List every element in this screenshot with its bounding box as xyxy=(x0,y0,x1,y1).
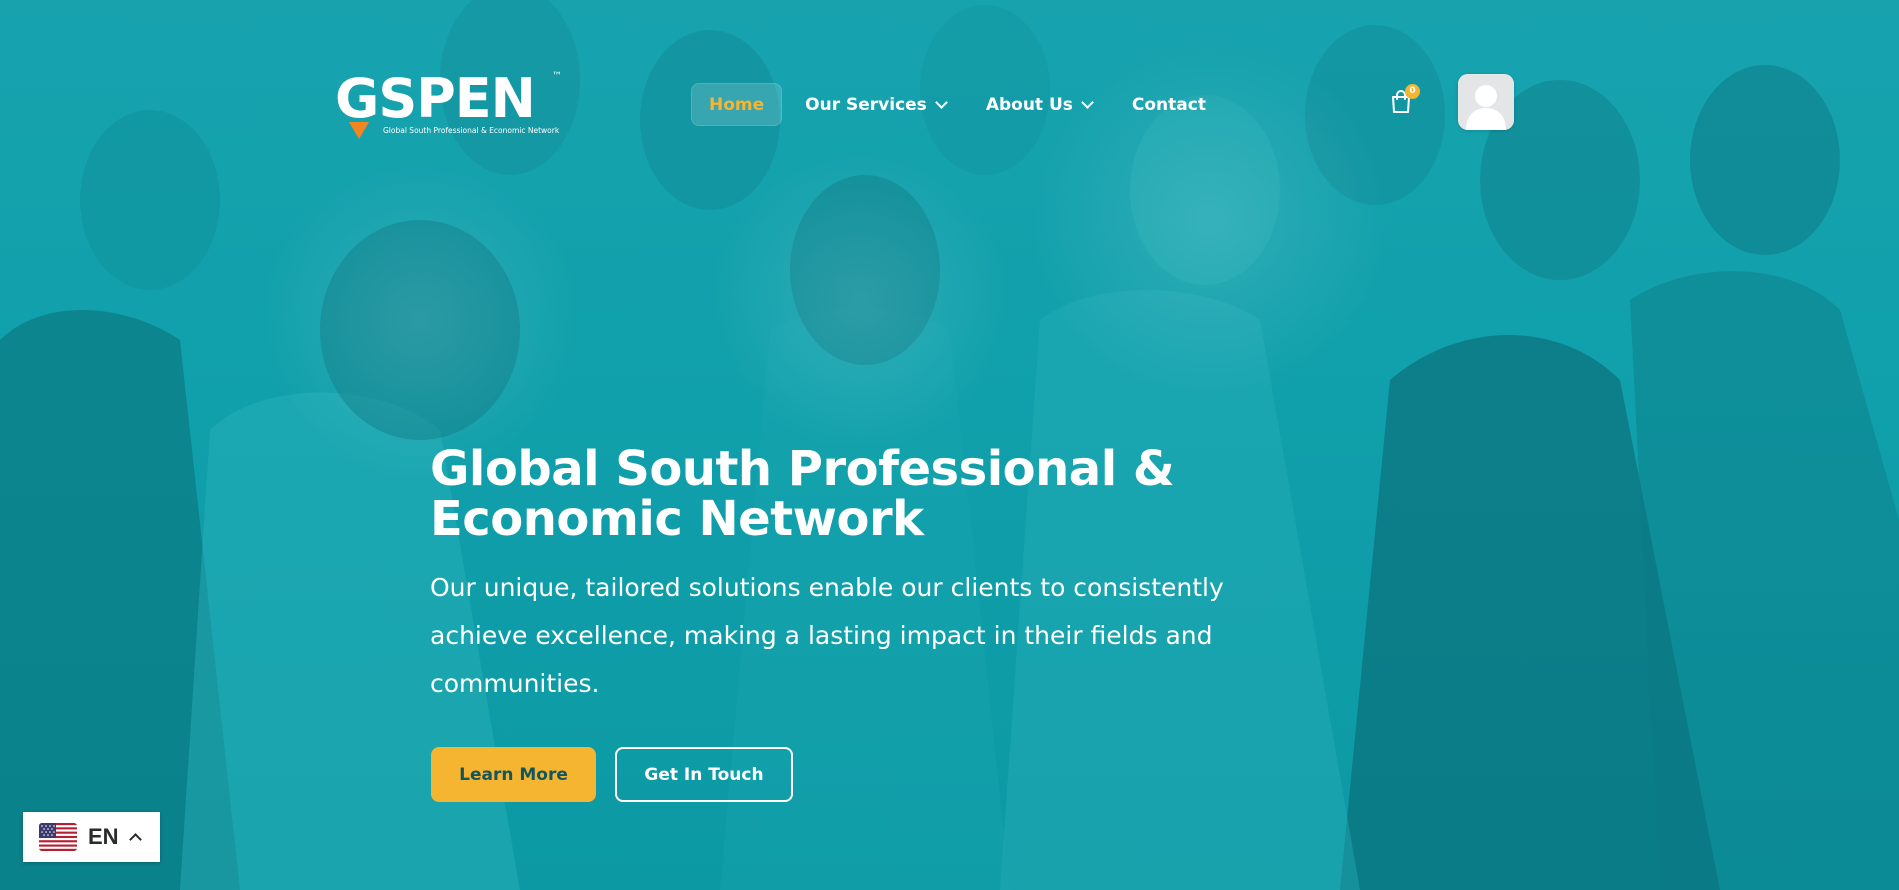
main-navigation: Home Our Services About Us Contact xyxy=(691,83,1229,126)
cart-button[interactable]: 0 xyxy=(1390,84,1420,116)
gspen-logo[interactable]: GSPEN ™ Global South Professional & Econ… xyxy=(335,72,565,144)
logo-trademark: ™ xyxy=(552,71,562,82)
user-avatar-button[interactable] xyxy=(1458,74,1514,130)
get-in-touch-button[interactable]: Get In Touch xyxy=(615,747,793,802)
cart-count-badge: 0 xyxy=(1405,84,1420,99)
nav-item-our-services[interactable]: Our Services xyxy=(788,83,963,126)
language-code: EN xyxy=(88,824,119,849)
language-selector[interactable]: EN xyxy=(23,812,160,862)
learn-more-button[interactable]: Learn More xyxy=(431,747,596,802)
logo-pin-icon xyxy=(349,122,369,139)
logo-wordmark: GSPEN xyxy=(335,67,536,130)
nav-item-contact[interactable]: Contact xyxy=(1115,83,1223,126)
hero-subtitle: Our unique, tailored solutions enable ou… xyxy=(430,573,1224,698)
chevron-down-icon xyxy=(934,96,948,109)
chevron-up-icon xyxy=(128,833,142,846)
nav-item-label: Contact xyxy=(1131,94,1206,115)
site-header: GSPEN ™ Global South Professional & Econ… xyxy=(0,0,1899,140)
user-avatar-icon xyxy=(1458,74,1514,130)
hero-title: Global South Professional & Economic Net… xyxy=(430,441,1175,547)
us-flag-icon xyxy=(39,823,77,851)
nav-item-about-us[interactable]: About Us xyxy=(969,83,1109,126)
logo-tagline: Global South Professional & Economic Net… xyxy=(383,126,560,135)
nav-item-label: Our Services xyxy=(805,94,927,115)
nav-item-home[interactable]: Home xyxy=(691,83,783,126)
nav-item-label: About Us xyxy=(985,94,1073,115)
chevron-down-icon xyxy=(1081,96,1094,109)
nav-item-label: Home xyxy=(709,94,765,115)
